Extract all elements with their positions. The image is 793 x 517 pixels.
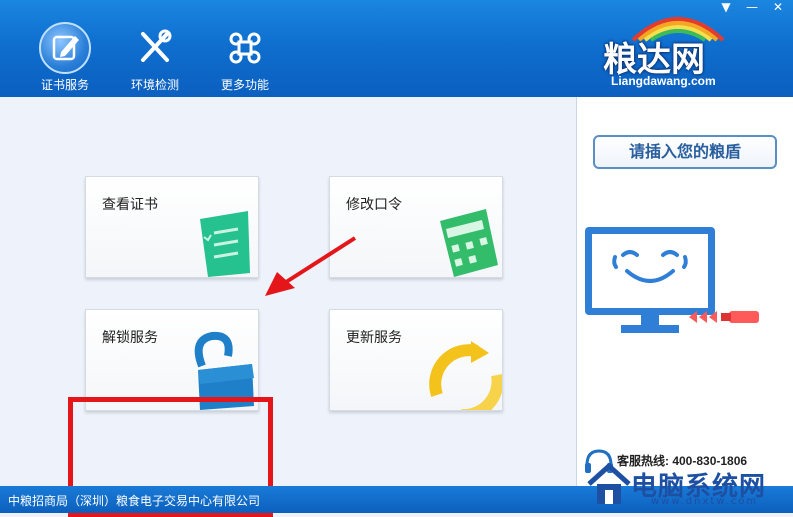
refresh-icon [429, 341, 502, 410]
command-icon [219, 22, 271, 74]
nav-more-functions[interactable]: 更多功能 [200, 0, 290, 97]
tile-update-service[interactable]: 更新服务 [329, 309, 503, 411]
side-panel: 请插入您的粮盾 客服热线: 400-830-1806 [576, 97, 793, 486]
close-button[interactable]: ✕ [769, 0, 787, 14]
tile-unlock-service[interactable]: 解锁服务 [85, 309, 259, 411]
nav-label: 证书服务 [40, 78, 89, 92]
nav-environment-check[interactable]: 环境检测 [110, 0, 200, 97]
tile-title: 查看证书 [102, 197, 158, 213]
company-name: 中粮招商局（深圳）粮食电子交易中心有限公司 [8, 494, 261, 508]
header: 证书服务 环境检测 更多功能 ▼ — ✕ 粮达网 Liangdawang.com [0, 0, 793, 97]
pointer-arrow-icon [265, 236, 357, 296]
nav-label: 更多功能 [220, 78, 269, 92]
tile-view-certificate[interactable]: 查看证书 [85, 176, 259, 278]
nav-certificate-service[interactable]: 证书服务 [20, 0, 110, 97]
monitor-usb-icon [585, 227, 759, 333]
house-logo-icon [587, 462, 631, 504]
calculator-icon [440, 209, 498, 277]
watermark: 电脑系统网 www.dnxtw.com [585, 460, 790, 510]
tile-title: 修改口令 [346, 197, 402, 213]
brand-logo: 粮达网 Liangdawang.com [603, 6, 743, 91]
insert-key-button[interactable]: 请插入您的粮盾 [593, 135, 777, 169]
watermark-url: www.dnxtw.com [651, 496, 759, 507]
tools-icon [129, 22, 181, 74]
nav-label: 环境检测 [130, 78, 179, 92]
brand-url: Liangdawang.com [611, 74, 716, 88]
main-panel: 查看证书 修改口令 解锁服务 更新服务 [0, 97, 576, 517]
certificate-edit-icon [39, 22, 91, 74]
top-nav: 证书服务 环境检测 更多功能 [20, 0, 290, 97]
tile-title: 更新服务 [346, 330, 402, 346]
tile-title: 解锁服务 [102, 330, 158, 346]
document-list-icon [200, 211, 250, 277]
minimize-button[interactable]: — [743, 0, 761, 14]
